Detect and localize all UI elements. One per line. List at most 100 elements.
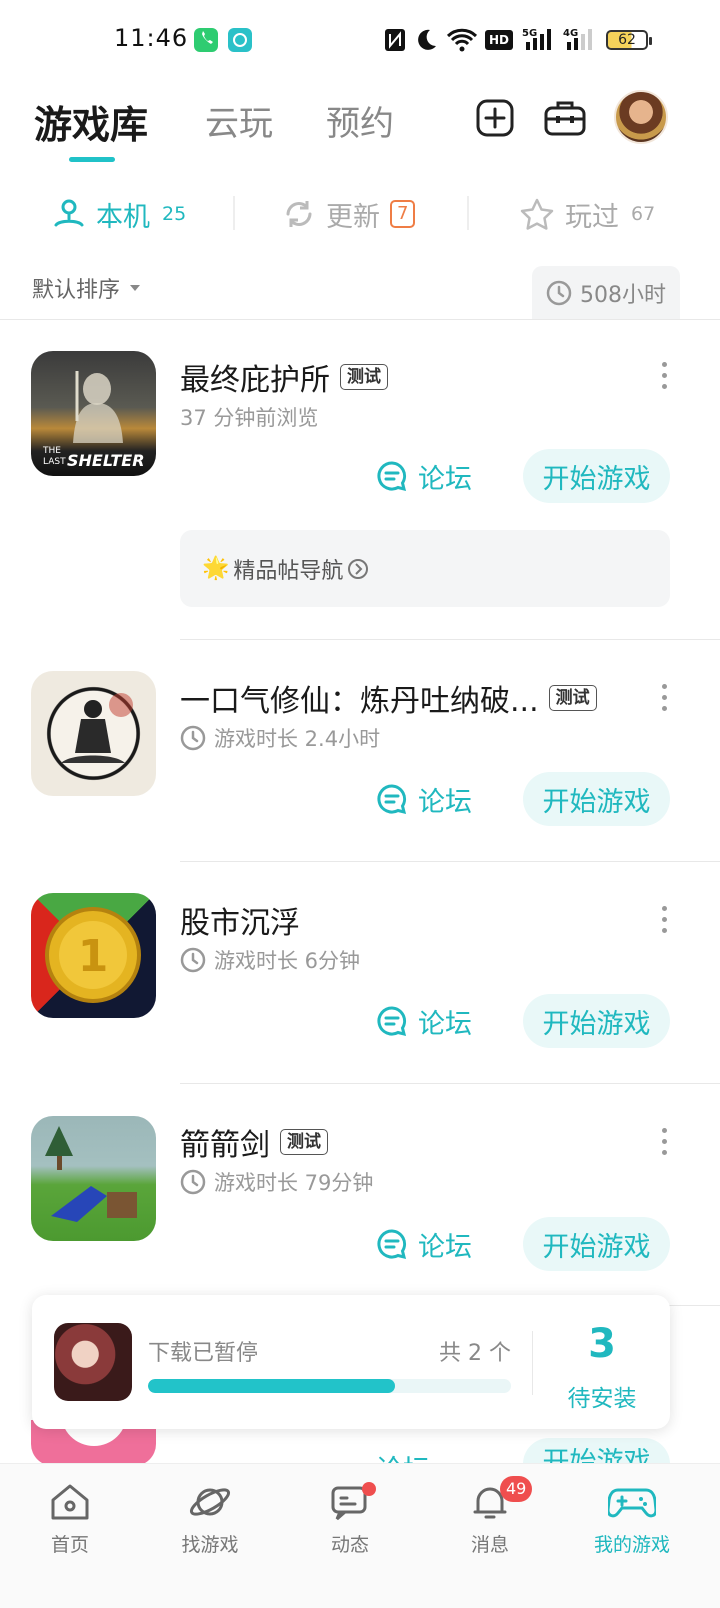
svg-text:1: 1 [78, 931, 109, 982]
gamepad-icon [608, 1488, 656, 1518]
nav-find-games[interactable]: 找游戏 [150, 1482, 270, 1557]
forum-label: 论坛 [418, 1231, 472, 1263]
notification-dot [362, 1482, 376, 1496]
game-subtitle: 游戏时长 79分钟 [180, 1167, 373, 1197]
more-options-icon[interactable] [660, 906, 668, 936]
featured-posts-label: 精品帖导航 [233, 558, 344, 584]
start-game-button[interactable]: 开始游戏 [523, 1438, 670, 1464]
chevron-right-circle-icon [348, 558, 369, 579]
more-options-icon[interactable] [660, 1128, 668, 1158]
clock-icon [180, 947, 206, 973]
tab-cloud-play[interactable]: 云玩 [205, 96, 273, 145]
more-options-icon[interactable] [660, 684, 668, 714]
play-duration: 游戏时长 6分钟 [214, 949, 361, 973]
download-total: 共 2 个 [439, 1341, 511, 1366]
game-icon[interactable] [31, 671, 156, 796]
toolbox-icon[interactable] [543, 98, 587, 138]
forum-label: 论坛 [418, 1008, 472, 1040]
game-title: 股市沉浮 [180, 906, 300, 941]
nav-my-games[interactable]: 我的游戏 [572, 1482, 692, 1557]
nav-feed-label: 动态 [330, 1534, 369, 1556]
gold-medal-icon: 1 [45, 907, 141, 1003]
game-subtitle: 37 分钟前浏览 [180, 402, 318, 432]
divider [532, 1331, 533, 1395]
sort-dropdown[interactable]: 默认排序 [32, 272, 141, 304]
divider [467, 196, 469, 230]
tab-game-library[interactable]: 游戏库 [34, 94, 148, 149]
divider [233, 196, 235, 230]
game-icon[interactable] [31, 1116, 156, 1241]
divider [0, 319, 720, 320]
nav-feed[interactable]: 动态 [290, 1482, 410, 1557]
message-badge: 49 [500, 1476, 533, 1502]
download-progress-fill [148, 1379, 395, 1393]
chat-icon [228, 28, 252, 52]
download-progress-bar [148, 1379, 511, 1393]
featured-posts-nav[interactable]: 🌟 精品帖导航 [180, 530, 670, 607]
clock-icon [180, 725, 206, 751]
test-tag: 测试 [548, 685, 597, 711]
game-title-row[interactable]: 股市沉浮 [180, 898, 300, 942]
forum-button[interactable]: 论坛 [376, 449, 472, 503]
forum-button[interactable]: 论坛 [376, 994, 472, 1048]
nav-home[interactable]: 首页 [10, 1482, 130, 1557]
battery-icon: 62 [606, 30, 652, 50]
star-emoji-icon: 🌟 [202, 556, 230, 581]
game-title-row[interactable]: 最终庇护所 测试 [180, 355, 388, 399]
4g-signal-icon: 4G [563, 28, 592, 50]
subtab-update-count: 7 [390, 200, 416, 228]
nfc-icon [385, 29, 405, 51]
divider [180, 861, 720, 862]
clock-icon [546, 280, 572, 306]
start-game-button[interactable]: 开始游戏 [523, 772, 670, 826]
avatar[interactable] [614, 90, 668, 144]
game-icon[interactable]: THE LAST SHELTER [31, 351, 156, 476]
game-icon[interactable]: 1 [31, 893, 156, 1018]
wifi-icon [446, 28, 478, 52]
nav-find-games-label: 找游戏 [181, 1534, 239, 1556]
total-playtime-value: 508小时 [580, 283, 666, 308]
game-title: 箭箭剑 [180, 1128, 270, 1163]
start-game-button[interactable]: 开始游戏 [523, 1217, 670, 1271]
game-icon-text-shelter: SHELTER [67, 451, 145, 470]
5g-signal-icon: 5G [522, 28, 551, 50]
start-game-button[interactable]: 开始游戏 [523, 994, 670, 1048]
test-tag: 测试 [280, 1129, 328, 1155]
subtab-update-label: 更新 [326, 201, 380, 233]
game-subtitle: 游戏时长 2.4小时 [180, 723, 380, 753]
forum-icon [377, 784, 407, 815]
start-game-button[interactable]: 开始游戏 [523, 449, 670, 503]
subtab-played-label: 玩过 [565, 201, 619, 233]
status-time: 11:46 [114, 24, 189, 52]
forum-button[interactable]: 论坛 [376, 1217, 472, 1271]
forum-icon [377, 461, 407, 492]
game-icon-text-the: THE [43, 446, 61, 456]
game-subtitle: 游戏时长 6分钟 [180, 945, 360, 975]
game-icon-text-last: LAST [43, 457, 66, 467]
forum-icon [377, 1229, 407, 1260]
pending-install-count: 3 [588, 1321, 616, 1367]
tab-reservation[interactable]: 预约 [326, 96, 394, 145]
svg-text:5G: 5G [522, 28, 537, 39]
download-card[interactable]: 下载已暂停 共 2 个 3 待安装 [32, 1295, 670, 1429]
meditating-figure-icon [61, 693, 133, 763]
subtab-update[interactable]: 更新 7 [282, 192, 416, 236]
nav-messages[interactable]: 49 消息 [430, 1476, 550, 1557]
subtab-played[interactable]: 玩过 67 [519, 192, 655, 236]
add-icon[interactable] [475, 98, 515, 138]
forum-label: 论坛 [418, 463, 472, 495]
more-options-icon[interactable] [660, 362, 668, 392]
subtab-local-count: 25 [162, 203, 187, 225]
clock-icon [180, 1169, 206, 1195]
forum-button[interactable]: 论坛 [376, 772, 472, 826]
game-title: 一口气修仙：炼丹吐纳破... [180, 684, 539, 719]
archer-figure-icon [45, 1126, 137, 1222]
subtab-local[interactable]: 本机 25 [52, 192, 186, 236]
download-game-thumbnail [54, 1323, 132, 1401]
total-playtime: 508小时 [532, 266, 680, 320]
forum-label: 论坛 [418, 786, 472, 818]
subtab-local-label: 本机 [96, 201, 150, 233]
game-title-row[interactable]: 箭箭剑 测试 [180, 1120, 328, 1164]
tab-indicator [69, 157, 115, 162]
game-title-row[interactable]: 一口气修仙：炼丹吐纳破... 测试 [180, 676, 597, 720]
